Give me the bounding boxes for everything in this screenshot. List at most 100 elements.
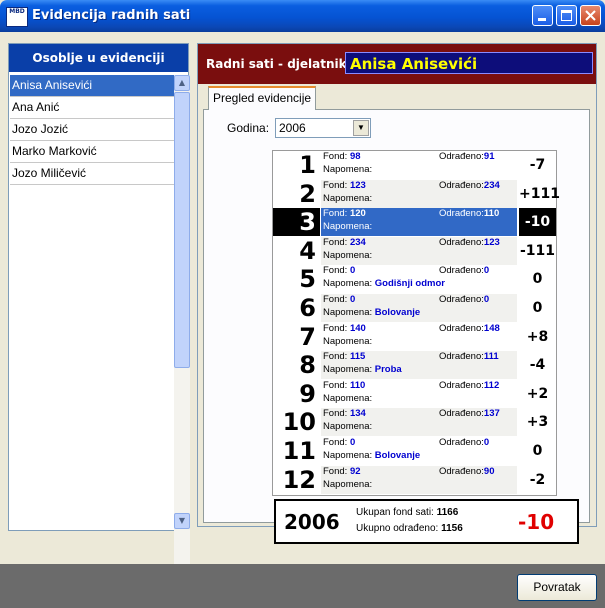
month-odradeno: Odrađeno:110 bbox=[439, 208, 499, 219]
month-number: 6 bbox=[299, 294, 316, 322]
odradeno-value: 111 bbox=[483, 351, 499, 363]
month-info: Fond: 0 Odrađeno:0 Napomena: Bolovanje bbox=[321, 294, 517, 322]
employee-list-title: Osoblje u evidenciji bbox=[9, 44, 188, 72]
scroll-up-button[interactable]: ▲ bbox=[174, 75, 190, 91]
month-napomena: Napomena: Bolovanje bbox=[323, 307, 420, 318]
employee-item[interactable]: Ana Anić bbox=[10, 97, 174, 119]
maximize-button[interactable] bbox=[556, 5, 577, 26]
summary-year: 2006 bbox=[284, 510, 340, 534]
month-napomena: Napomena: bbox=[323, 421, 372, 432]
summary-fond: Ukupan fond sati: 1166 bbox=[356, 507, 458, 518]
odradeno-label: Odrađeno: bbox=[439, 351, 484, 363]
year-label: Godina: bbox=[227, 121, 270, 135]
month-row[interactable]: 12 Fond: 92 Odrađeno:90 Napomena: -2 bbox=[273, 465, 556, 494]
month-row[interactable]: 2 Fond: 123 Odrađeno:234 Napomena: +111 bbox=[273, 179, 560, 208]
tab-page: Godina: 2006 ▼ 1 Fond: 98 Odrađeno:91 Napom… bbox=[203, 109, 590, 544]
back-button[interactable]: Povratak bbox=[517, 574, 597, 601]
summary-odradeno: Ukupno odrađeno: 1156 bbox=[356, 523, 463, 534]
tab-pregled-evidencije[interactable]: Pregled evidencije bbox=[208, 86, 316, 110]
odradeno-value: 0 bbox=[483, 437, 490, 448]
month-row[interactable]: 5 Fond: 0 Odrađeno:0 Napomena: Godišnji odm… bbox=[273, 265, 556, 293]
month-info: Fond: 0 Odrađeno:0 Napomena: Godišnji odmo… bbox=[321, 265, 517, 293]
odradeno-label: Odrađeno: bbox=[439, 294, 484, 305]
scroll-thumb[interactable] bbox=[174, 92, 190, 368]
fond-label: Fond: bbox=[323, 236, 348, 248]
napomena-label: Napomena: bbox=[323, 478, 373, 490]
odradeno-value: 112 bbox=[483, 379, 500, 391]
odradeno-value: 0 bbox=[483, 265, 490, 277]
fond-value: 0 bbox=[349, 437, 356, 448]
summary-odradeno-value: 1156 bbox=[441, 523, 463, 534]
fond-label: Fond: bbox=[323, 437, 348, 448]
summary-difference: -10 bbox=[518, 510, 555, 534]
month-difference: +8 bbox=[526, 328, 549, 345]
employee-header-label: Radni sati - djelatnik: bbox=[206, 57, 352, 71]
employee-list[interactable]: Anisa Anisevići Ana Anić Jozo Jozić Mark… bbox=[10, 75, 174, 185]
odradeno-label: Odrađeno: bbox=[439, 408, 484, 420]
month-odradeno: Odrađeno:137 bbox=[439, 408, 500, 419]
month-row[interactable]: 11 Fond: 0 Odrađeno:0 Napomena: Bolovanje 0 bbox=[273, 437, 556, 465]
employee-list-panel: Osoblje u evidenciji Anisa Anisevići Ana… bbox=[8, 43, 190, 569]
close-button[interactable] bbox=[580, 5, 601, 26]
month-row[interactable]: 3 Fond: 120 Odrađeno:110 Napomena: -10 bbox=[273, 208, 556, 237]
napomena-label: Napomena: bbox=[323, 278, 373, 290]
fond-label: Fond: bbox=[323, 322, 348, 334]
employee-item[interactable]: Jozo Jozić bbox=[10, 119, 174, 141]
month-number: 5 bbox=[299, 265, 316, 294]
month-row[interactable]: 10 Fond: 134 Odrađeno:137 Napomena: +3 bbox=[273, 408, 556, 437]
napomena-label: Napomena: bbox=[323, 421, 373, 433]
month-row[interactable]: 6 Fond: 0 Odrađeno:0 Napomena: Bolovanje 0 bbox=[273, 294, 556, 322]
employee-list-scrollbar[interactable]: ▲ ▼ bbox=[174, 75, 190, 569]
month-row[interactable]: 7 Fond: 140 Odrađeno:148 Napomena: +8 bbox=[273, 323, 556, 351]
employee-name: Anisa Anisevići bbox=[345, 52, 593, 74]
bottom-bar bbox=[0, 564, 605, 608]
fond-value: 0 bbox=[349, 265, 356, 277]
scroll-down-button[interactable]: ▼ bbox=[174, 513, 190, 529]
month-fond: Fond: 0 bbox=[323, 437, 355, 448]
fond-value: 98 bbox=[349, 151, 361, 162]
employee-item[interactable]: Anisa Anisevići bbox=[10, 75, 174, 97]
employee-header: Radni sati - djelatnik: Anisa Anisevići bbox=[198, 44, 596, 84]
month-fond: Fond: 0 bbox=[323, 294, 355, 305]
napomena-label: Napomena: bbox=[323, 192, 373, 204]
fond-value: 92 bbox=[349, 465, 361, 477]
app-logo-icon: MBD bbox=[6, 7, 28, 27]
month-row[interactable]: 1 Fond: 98 Odrađeno:91 Napomena: -7 bbox=[273, 151, 556, 179]
month-napomena: Napomena: Godišnji odmor bbox=[323, 278, 445, 289]
employee-item[interactable]: Marko Marković bbox=[10, 141, 174, 163]
napomena-value: Godišnji odmor bbox=[374, 278, 445, 290]
fond-value: 234 bbox=[349, 236, 366, 248]
month-info: Fond: 115 Odrađeno:111 Napomena: Proba bbox=[321, 351, 517, 380]
month-napomena: Napomena: bbox=[323, 393, 372, 404]
fond-value: 115 bbox=[349, 351, 366, 363]
month-row[interactable]: 8 Fond: 115 Odrađeno:111 Napomena: Proba -4 bbox=[273, 351, 556, 380]
chevron-down-icon[interactable]: ▼ bbox=[353, 120, 369, 136]
summary-fond-value: 1166 bbox=[436, 507, 459, 518]
window-title: Evidencija radnih sati bbox=[32, 8, 191, 23]
month-number: 11 bbox=[282, 437, 316, 465]
minimize-button[interactable] bbox=[532, 5, 553, 26]
yearly-summary: 2006 Ukupan fond sati: 1166 Ukupno odrađ… bbox=[274, 499, 579, 544]
month-odradeno: Odrađeno:90 bbox=[439, 466, 494, 477]
month-number: 12 bbox=[282, 465, 316, 494]
month-row[interactable]: 4 Fond: 234 Odrađeno:123 Napomena: -111 bbox=[273, 236, 556, 265]
year-select[interactable]: 2006 ▼ bbox=[275, 118, 371, 138]
month-napomena: Napomena: bbox=[323, 164, 372, 175]
maximize-icon bbox=[561, 10, 572, 21]
month-difference: +111 bbox=[519, 185, 560, 202]
year-value: 2006 bbox=[279, 121, 306, 135]
month-napomena: Napomena: bbox=[323, 193, 372, 204]
chevron-up-icon: ▲ bbox=[178, 78, 186, 87]
month-odradeno: Odrađeno:234 bbox=[439, 180, 500, 191]
odradeno-label: Odrađeno: bbox=[439, 465, 484, 477]
month-row[interactable]: 9 Fond: 110 Odrađeno:112 Napomena: +2 bbox=[273, 380, 556, 408]
month-odradeno: Odrađeno:112 bbox=[439, 380, 499, 391]
employee-item[interactable]: Jozo Miličević bbox=[10, 163, 174, 185]
month-odradeno: Odrađeno:0 bbox=[439, 437, 489, 448]
fond-value: 120 bbox=[349, 208, 366, 220]
napomena-label: Napomena: bbox=[323, 364, 373, 376]
month-odradeno: Odrađeno:148 bbox=[439, 323, 500, 334]
month-fond: Fond: 110 bbox=[323, 380, 365, 391]
napomena-label: Napomena: bbox=[323, 450, 373, 461]
summary-fond-label: Ukupan fond sati: bbox=[356, 507, 434, 518]
